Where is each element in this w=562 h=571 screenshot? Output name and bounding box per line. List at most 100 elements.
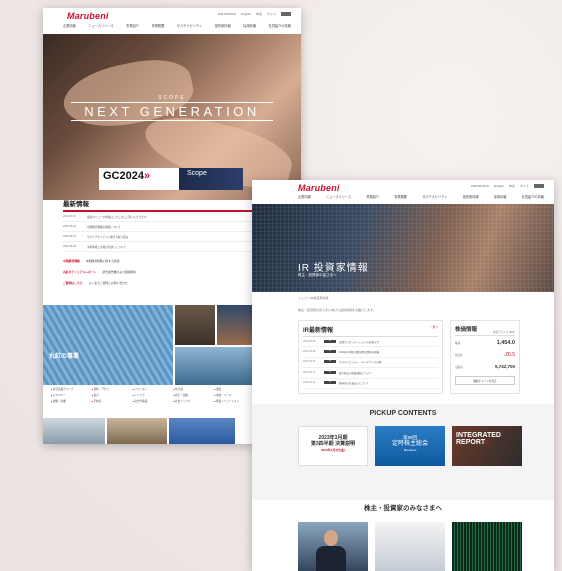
marubeni-logo[interactable]: Marubeni xyxy=(67,11,109,21)
utility-link[interactable]: 中文 xyxy=(509,184,515,188)
utility-link[interactable]: English xyxy=(241,12,251,16)
industry-image[interactable] xyxy=(217,305,257,345)
pickup-date: 2023年2月3日(金) xyxy=(320,448,345,452)
nav-item[interactable]: ニュースリリース xyxy=(88,23,113,28)
ir-page-screenshot: Marubeni JOB PEOPLE English 中文 サイト 企業情報 … xyxy=(252,180,554,571)
link-label: 丸紅のアニュアルレポート xyxy=(63,270,97,274)
business-link-grid: 生活産業グループ 食料・アグリ フォレスト 化学品 金属 エネルギー 電力 イン… xyxy=(51,387,251,403)
documents-photo[interactable] xyxy=(375,522,445,571)
tile-tagline: 丸紅の事業 xyxy=(49,354,80,360)
utility-link[interactable]: English xyxy=(494,184,504,188)
utility-link[interactable]: サイト xyxy=(520,184,529,188)
breadcrumb[interactable]: トップ > IR投資家情報 xyxy=(298,296,328,300)
gc2024-banner[interactable]: GC2024» xyxy=(99,168,179,190)
nav-item[interactable]: 事業紹介 xyxy=(126,23,139,28)
handshake-image[interactable] xyxy=(107,418,167,444)
pickup-shareholders-meeting[interactable]: 第99回 定時株主総会 Marubeni xyxy=(375,426,445,466)
marubeni-logo[interactable]: Marubeni xyxy=(298,183,340,193)
industry-image[interactable] xyxy=(175,305,215,345)
news-row[interactable]: 2024.08.20 サステナビリティに関する取り組み xyxy=(63,232,253,242)
news-row[interactable]: 2024.09.01 最新のニュース内容はこちらからご覧いただけます xyxy=(63,212,253,222)
ir-news-row[interactable]: 2023.03.31 IR 配当金のお支払いについて xyxy=(303,379,438,389)
stock-volume: 5,742,700 xyxy=(494,364,515,369)
search-box[interactable] xyxy=(281,12,291,16)
utility-link[interactable]: JOB PEOPLE xyxy=(217,12,236,16)
price-label: 株価 xyxy=(455,342,461,345)
link-text: よくあるご質問とお問い合わせ xyxy=(88,281,128,285)
ir-hero: IR 投資家情報 株主・投資家の皆さまへ xyxy=(252,204,554,292)
scope-banner[interactable]: Scope xyxy=(179,168,243,190)
nav-item[interactable]: ニュースリリース xyxy=(326,194,351,199)
hero-grid-overlay xyxy=(252,204,554,292)
ceo-photo[interactable] xyxy=(298,522,368,571)
business-link[interactable]: 航空・船舶 xyxy=(173,393,210,397)
news-tag: IR xyxy=(324,360,336,364)
ir-news-heading: IR最新情報 xyxy=(303,328,334,334)
business-link[interactable]: 金属 xyxy=(214,387,251,391)
link-row[interactable]: 中期経営戦略 中期経営戦略に関する情報 xyxy=(63,259,119,263)
pickup-integrated-report[interactable]: INTEGRATED REPORT» xyxy=(452,426,522,466)
news-text: サステナビリティに関する取り組み xyxy=(87,235,129,239)
nav-item[interactable]: サステナビリティ xyxy=(177,23,202,28)
ir-news-row[interactable]: 2023.05.01 IR 決算プレゼンテーションのお知らせ xyxy=(303,337,438,348)
news-tag: IR xyxy=(324,350,336,354)
ir-title: IR 投資家情報 xyxy=(298,263,369,274)
news-row[interactable]: 2024.08.26 中期経営戦略の概要について xyxy=(63,222,253,232)
nav-item[interactable]: 社員紹介の情報 xyxy=(522,194,544,199)
business-link[interactable]: 電力 xyxy=(92,393,129,397)
business-link[interactable]: 次世代事業 xyxy=(133,399,170,403)
search-box[interactable] xyxy=(534,184,544,188)
stock-price-line: 株価 1,454.0 xyxy=(455,340,515,346)
news-more-link[interactable]: 一覧へ xyxy=(430,325,438,334)
pickup-title: PICKUP CONTENTS xyxy=(369,410,437,417)
business-link[interactable]: 情報ソリューション xyxy=(214,399,251,403)
stock-price: 1,454.0 xyxy=(496,340,515,346)
nav-item[interactable]: 投資家情報 xyxy=(463,194,479,199)
nav-item[interactable]: 企業情報 xyxy=(63,23,76,28)
business-link[interactable]: 社会インフラ xyxy=(173,399,210,403)
business-link[interactable]: 化学品 xyxy=(173,387,210,391)
nav-item[interactable]: 事業概要 xyxy=(152,23,165,28)
link-row[interactable]: ご質問はこちら よくあるご質問とお問い合わせ xyxy=(63,281,128,285)
ir-news-panel: IR最新情報 一覧へ 2023.05.01 IR 決算プレゼンテーションのお知らせ 2… xyxy=(298,320,443,394)
business-link[interactable]: 食料・アグリ xyxy=(92,387,129,391)
news-section: 最新情報 2024.09.01 最新のニュース内容はこちらからご覧いただけます 2… xyxy=(63,198,253,252)
gc-label: GC2024 xyxy=(103,170,144,182)
stock-chart-button[interactable]: 株価チャートを見る xyxy=(455,376,515,385)
link-row[interactable]: 丸紅のアニュアルレポート 統合報告書および関連資料 xyxy=(63,270,136,274)
nav-item[interactable]: 投資家情報 xyxy=(215,23,231,28)
ir-news-row[interactable]: 2023.04.20 IR サステナビリティ・データブック公開 xyxy=(303,358,438,369)
nav-item[interactable]: 採用情報 xyxy=(243,23,256,28)
nav-item[interactable]: 企業情報 xyxy=(298,194,311,199)
global-nav: 企業情報 ニュースリリース 事業紹介 事業概要 サステナビリティ 投資家情報 採… xyxy=(298,194,544,199)
people-image[interactable] xyxy=(43,418,105,444)
nav-item[interactable]: 事業概要 xyxy=(394,194,407,199)
business-link[interactable]: 建機・産機 xyxy=(51,399,88,403)
news-text: 2023年3月期 決算説明会資料を掲載 xyxy=(339,351,380,355)
ir-news-row[interactable]: 2023.04.10 IR 株主総会の招集通知について xyxy=(303,368,438,379)
business-link[interactable]: エネルギー xyxy=(51,393,88,397)
utility-link[interactable]: サイト xyxy=(267,12,276,16)
business-link[interactable]: 金融・リース xyxy=(214,393,251,397)
news-row[interactable]: 2024.08.09 決算情報と今後の見通しについて xyxy=(63,242,253,252)
sea-image[interactable] xyxy=(175,347,257,385)
business-link[interactable]: 不動産 xyxy=(92,399,129,403)
nav-item[interactable]: 事業紹介 xyxy=(366,194,379,199)
utility-link[interactable]: 中文 xyxy=(256,12,262,16)
link-text: 中期経営戦略に関する情報 xyxy=(85,259,120,263)
ir-news-row[interactable]: 2023.04.28 IR 2023年3月期 決算説明会資料を掲載 xyxy=(303,347,438,358)
stock-board-photo[interactable] xyxy=(452,522,522,571)
business-link[interactable]: 生活産業グループ xyxy=(51,387,88,391)
nav-item[interactable]: サステナビリティ xyxy=(422,194,447,199)
pickup-results-briefing[interactable]: 2023年3月期 第3四半期 決算説明 2023年2月3日(金) xyxy=(298,426,368,466)
business-link[interactable]: インフラ xyxy=(133,393,170,397)
sky-image[interactable] xyxy=(169,418,235,444)
news-date: 2023.05.01 xyxy=(303,339,316,343)
business-link[interactable]: フォレスト xyxy=(133,387,170,391)
stock-change: -20.5 xyxy=(503,352,515,358)
link-label: 中期経営戦略 xyxy=(63,259,80,263)
nav-item[interactable]: 採用情報 xyxy=(494,194,507,199)
nav-item[interactable]: 社員紹介の情報 xyxy=(269,23,291,28)
utility-link[interactable]: JOB PEOPLE xyxy=(470,184,489,188)
building-image[interactable]: 丸紅の事業 xyxy=(43,305,173,385)
